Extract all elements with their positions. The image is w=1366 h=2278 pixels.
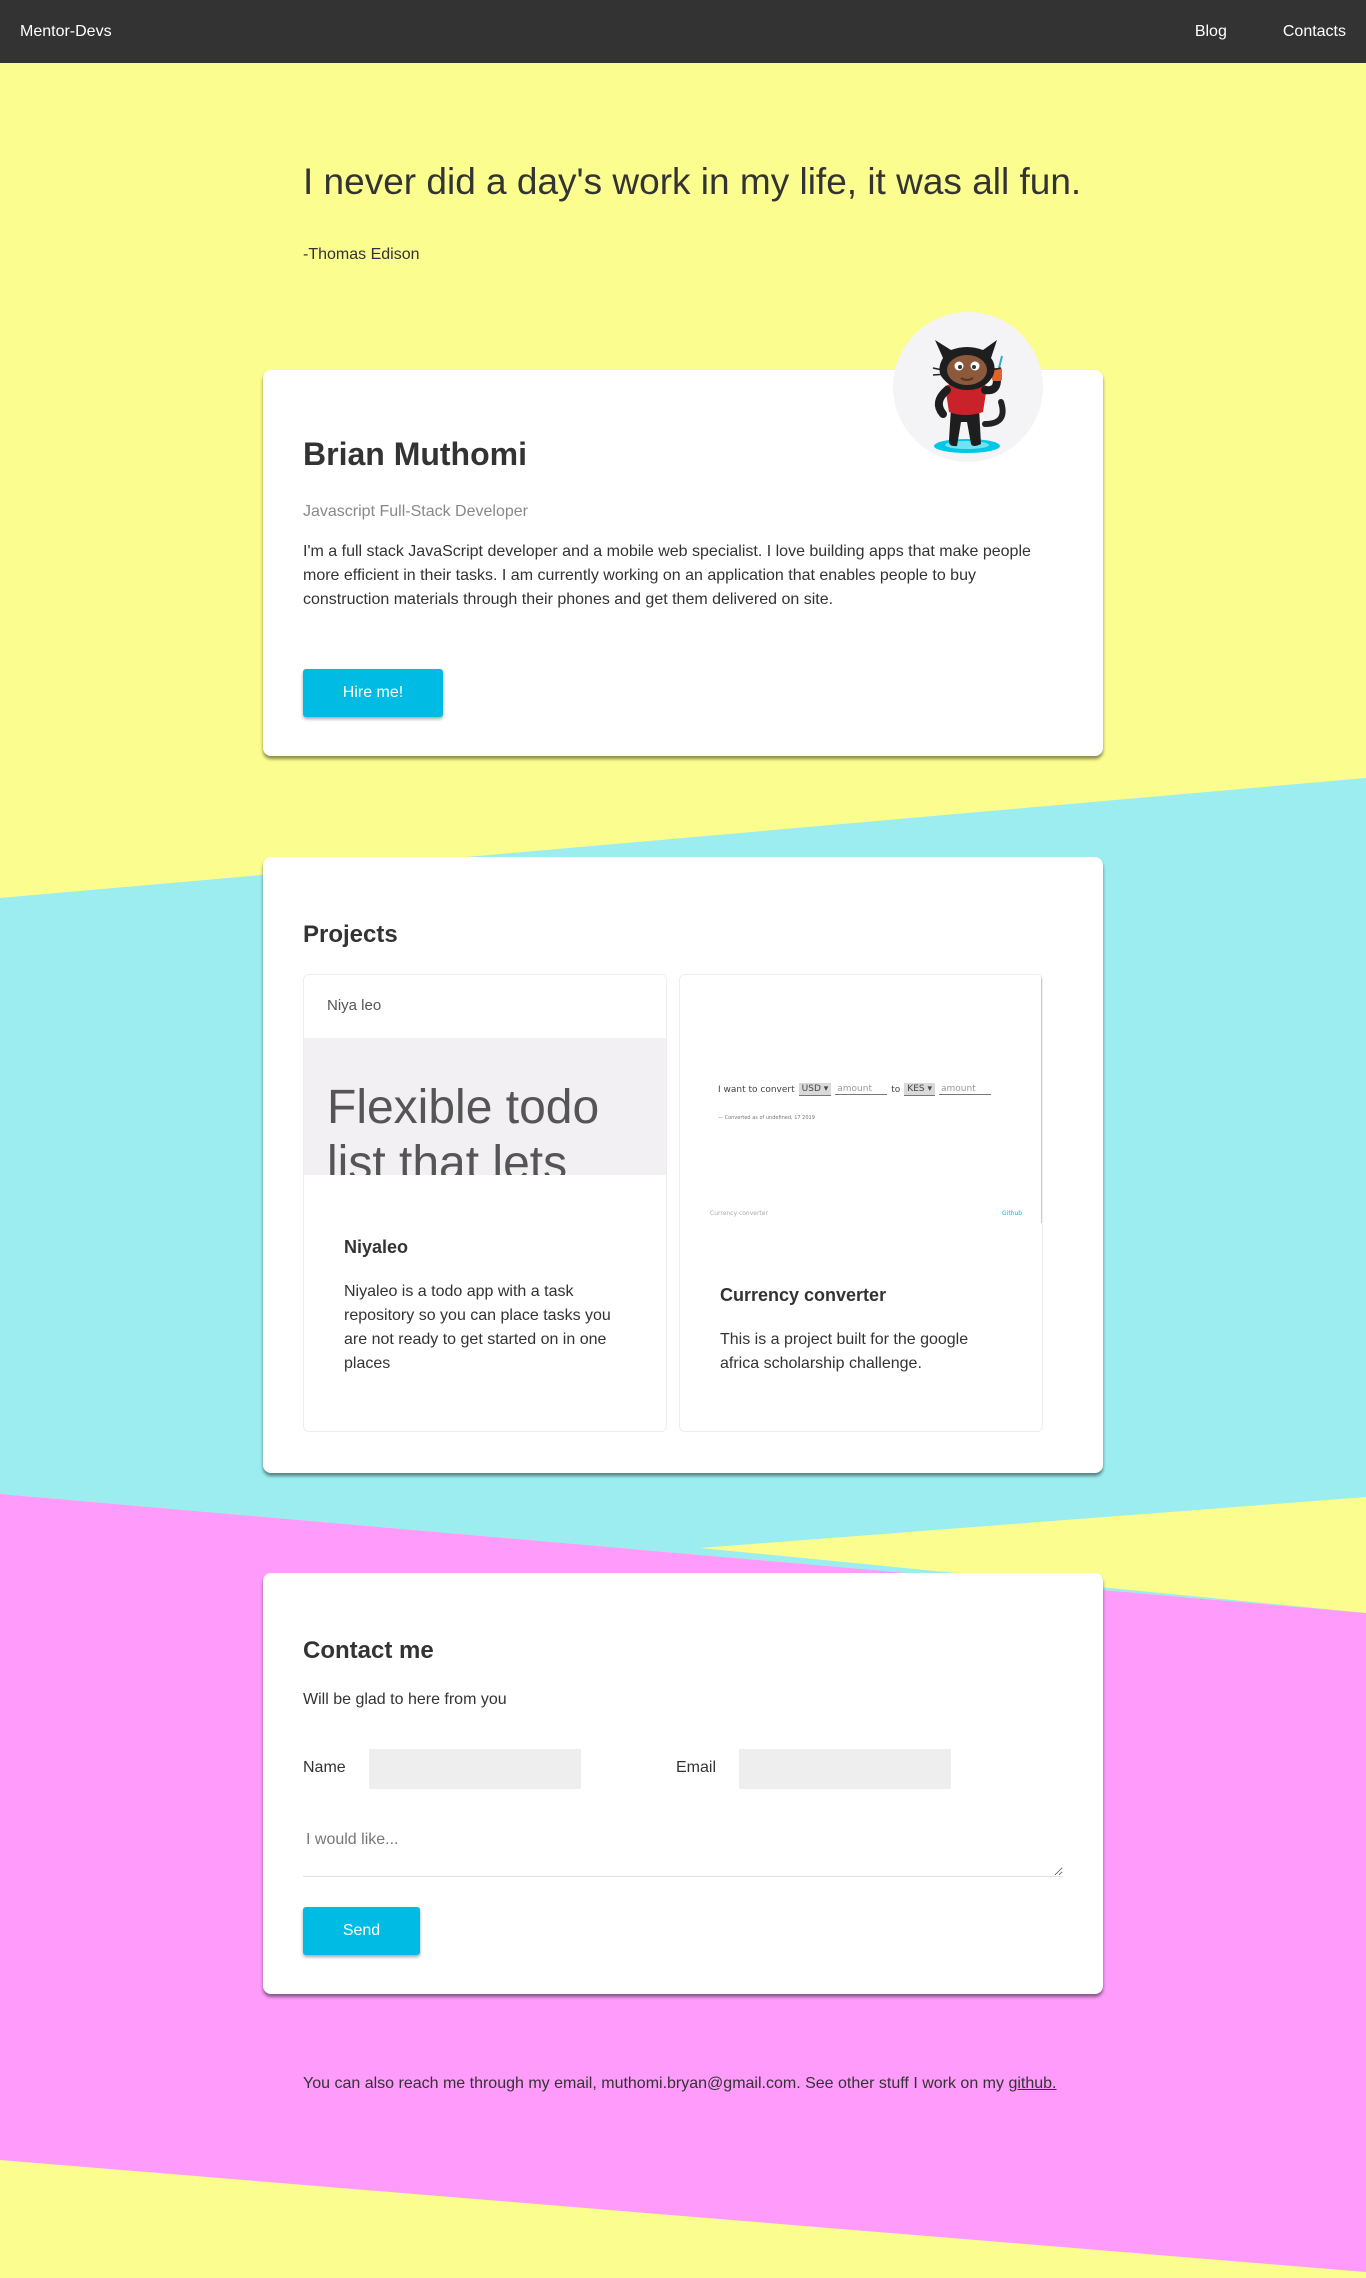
preview-footer-title: Currency converter [710,1210,768,1217]
preview-from-currency: USD ▾ [798,1083,832,1096]
name-field[interactable] [369,1749,581,1789]
project-title: Niyaleo [344,1237,409,1257]
nav-link-blog[interactable]: Blog [1195,23,1227,41]
preview-converter-row: I want to convert USD ▾ amount to KES ▾ … [718,1083,991,1096]
hire-me-button[interactable]: Hire me! [303,669,443,717]
avatar-arm-left [934,386,951,418]
project-preview[interactable]: Niya leo Flexible todo list that lets [304,975,666,1175]
email-label: Email [676,1759,717,1776]
preview-footer-link: Github [1002,1210,1023,1217]
nav-link-contacts[interactable]: Contacts [1283,23,1346,41]
preview-to-currency: KES ▾ [904,1083,935,1096]
projects-card: Projects Niya leo Flexible todo list tha… [263,857,1103,1473]
preview-amount-input: amount [835,1084,888,1095]
projects-title: Projects [303,921,398,948]
project-card-niyaleo[interactable]: Niya leo Flexible todo list that lets Ni… [303,974,667,1432]
contact-subtitle: Will be glad to here from you [303,1691,507,1708]
avatar-pupil-left [958,365,962,369]
profile-role: Javascript Full-Stack Developer [303,503,528,520]
preview-hero-text: Flexible todo list that lets [327,1081,600,1175]
send-button[interactable]: Send [303,1907,420,1955]
project-title: Currency converter [720,1285,887,1305]
contact-title: Contact me [303,1637,434,1664]
avatar-whisker [932,373,948,376]
avatar-tail [982,399,1006,427]
message-textarea[interactable] [303,1823,1063,1877]
preview-connector: to [891,1084,901,1095]
github-link[interactable]: github. [1008,2075,1056,2092]
footer-text: You can also reach me through my email, … [303,2075,1009,2092]
profile-card: Brian Muthomi Javascript Full-Stack Deve… [263,312,1103,756]
project-card-currency-converter[interactable]: I want to convert USD ▾ amount to KES ▾ … [679,974,1043,1432]
email-field[interactable] [739,1749,951,1789]
avatar-pupil-right [972,365,976,369]
preview-note: — Converted as of undefined, 17 2019 [718,1115,815,1121]
project-description: Niyaleo is a todo app with a task reposi… [344,1283,611,1372]
quote-section: I never did a day's work in my life, it … [303,160,1103,264]
nav-links: Blog Contacts [1139,23,1346,41]
top-navbar: Mentor-Devs Blog Contacts [0,0,1366,63]
quote-text: I never did a day's work in my life, it … [303,161,1082,202]
preview-amount-output: amount [938,1084,991,1095]
footer-note: You can also reach me through my email, … [303,2075,1057,2093]
profile-bio: I'm a full stack JavaScript developer an… [303,543,1031,608]
preview-hero: Flexible todo list that lets [304,1038,666,1175]
avatar-straw [998,355,1003,369]
octocat-avatar-icon [932,340,1006,453]
name-label: Name [303,1759,346,1776]
contact-card: Contact me Will be glad to here from you… [263,1573,1103,1994]
brand-link[interactable]: Mentor-Devs [20,23,112,41]
profile-name: Brian Muthomi [303,436,527,472]
project-description: This is a project built for the google a… [720,1331,969,1372]
project-preview[interactable]: I want to convert USD ▾ amount to KES ▾ … [680,975,1042,1223]
preview-site-title: Niya leo [327,997,382,1014]
avatar [893,312,1043,462]
preview-prefix: I want to convert [718,1084,795,1095]
quote-author: -Thomas Edison [303,246,420,264]
